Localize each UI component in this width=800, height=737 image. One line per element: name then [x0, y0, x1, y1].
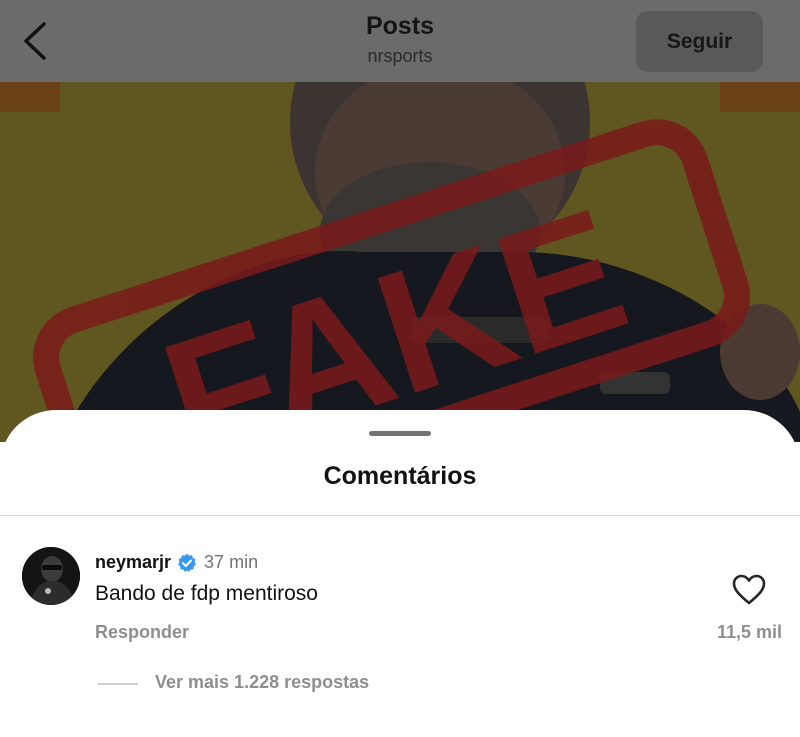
- avatar-image: [22, 547, 80, 605]
- comment-meta: neymarjr 37 min: [95, 552, 258, 573]
- comment-text: Bando de fdp mentiroso: [95, 582, 318, 605]
- heart-outline-icon: [732, 574, 766, 605]
- comments-title: Comentários: [323, 462, 477, 490]
- like-count: 11,5 mil: [716, 622, 782, 642]
- reply-button[interactable]: Responder: [95, 622, 189, 643]
- replies-divider: [98, 683, 138, 685]
- header: Posts nrsports Seguir: [0, 0, 800, 82]
- verified-badge-icon: [178, 553, 196, 572]
- post-photo: FAKE: [0, 82, 800, 442]
- screen: FAKE Posts nrsports Seguir Comentários n…: [0, 0, 800, 737]
- sheet-grabber[interactable]: [369, 431, 431, 436]
- like-button[interactable]: [732, 574, 766, 606]
- divider: [0, 515, 800, 516]
- comment-username[interactable]: neymarjr: [95, 552, 171, 573]
- view-replies-button[interactable]: Ver mais 1.228 respostas: [155, 672, 369, 693]
- post-image: FAKE: [0, 82, 800, 442]
- avatar[interactable]: [22, 547, 80, 605]
- follow-button[interactable]: Seguir: [636, 11, 763, 72]
- comments-sheet: Comentários neymarjr 37 min Bando de fdp…: [0, 410, 800, 737]
- comment-time: 37 min: [204, 552, 259, 572]
